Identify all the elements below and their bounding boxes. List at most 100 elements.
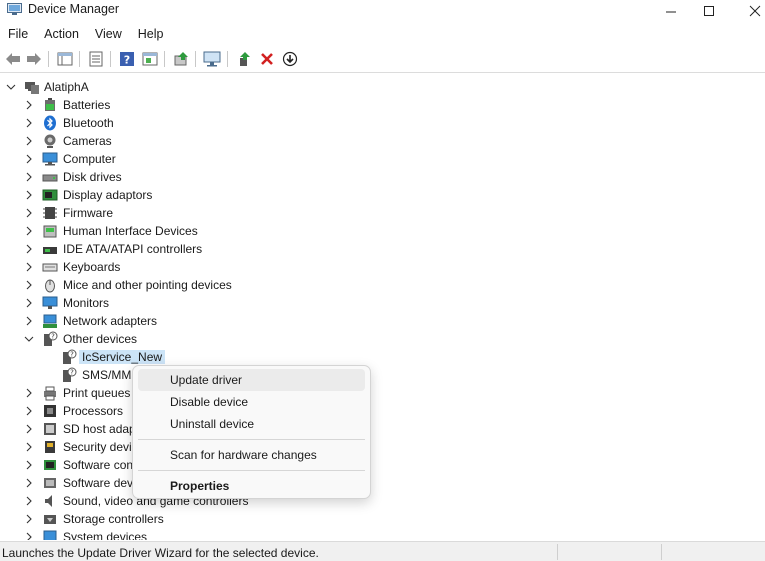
device-tree: AlatiphA Batteries Bluetooth Cameras Compute…: [0, 77, 765, 540]
chevron-right-icon[interactable]: [24, 424, 34, 434]
menu-action[interactable]: Action: [36, 24, 87, 44]
tree-category[interactable]: Bluetooth: [0, 114, 765, 132]
tree-category-label: Human Interface Devices: [63, 224, 198, 238]
tree-category[interactable]: IDE ATA/ATAPI controllers: [0, 240, 765, 258]
chevron-right-icon[interactable]: [24, 514, 34, 524]
action-pane-button[interactable]: [141, 50, 159, 68]
tree-category-label: Monitors: [63, 296, 110, 310]
tree-category[interactable]: Monitors: [0, 294, 765, 312]
tree-category-label: Network adapters: [63, 314, 158, 328]
ctx-uninstall-device[interactable]: Uninstall device: [138, 413, 365, 435]
ctx-uninstall-device-label: Uninstall device: [170, 417, 255, 431]
tree-category[interactable]: Software dev: [0, 474, 765, 492]
tree-category-label: Software dev: [63, 476, 134, 490]
tree-category[interactable]: Security devi: [0, 438, 765, 456]
tree-category[interactable]: Keyboards: [0, 258, 765, 276]
chevron-right-icon[interactable]: [24, 298, 34, 308]
menu-help[interactable]: Help: [130, 24, 172, 44]
tree-category-label: Display adaptors: [63, 188, 153, 202]
tree-category[interactable]: Cameras: [0, 132, 765, 150]
help-button[interactable]: ?: [118, 50, 136, 68]
tree-category-label: Software con: [63, 458, 134, 472]
tree-device[interactable]: ? IcService_New: [0, 348, 765, 366]
ctx-scan-hardware-label: Scan for hardware changes: [170, 448, 317, 462]
ctx-disable-device-label: Disable device: [170, 395, 249, 409]
chevron-right-icon[interactable]: [24, 172, 34, 182]
tree-category[interactable]: ? Other devices: [0, 330, 765, 348]
back-arrow-icon: [6, 53, 20, 65]
chevron-right-icon[interactable]: [24, 280, 34, 290]
tree-category-label: Keyboards: [63, 260, 121, 274]
chevron-right-icon[interactable]: [24, 208, 34, 218]
tree-root[interactable]: AlatiphA: [0, 78, 765, 96]
maximize-button[interactable]: [686, 0, 732, 22]
chevron-right-icon[interactable]: [24, 154, 34, 164]
close-icon: [749, 5, 761, 17]
properties-button[interactable]: [87, 50, 105, 68]
tree-category[interactable]: System devices: [0, 528, 765, 540]
chevron-right-icon[interactable]: [24, 100, 34, 110]
computer-root-icon: [24, 79, 40, 95]
tree-category-label: IDE ATA/ATAPI controllers: [63, 242, 203, 256]
toolbar: ?: [0, 47, 765, 71]
network-adapter-icon: [42, 313, 58, 329]
tree-category[interactable]: Computer: [0, 150, 765, 168]
menu-view[interactable]: View: [87, 24, 130, 44]
tree-category[interactable]: Software con: [0, 456, 765, 474]
chevron-right-icon[interactable]: [24, 406, 34, 416]
uninstall-button[interactable]: [258, 50, 276, 68]
ctx-update-driver[interactable]: Update driver: [138, 369, 365, 391]
chevron-down-icon[interactable]: [24, 334, 34, 344]
add-legacy-button[interactable]: [236, 50, 254, 68]
chevron-right-icon[interactable]: [24, 226, 34, 236]
chevron-right-icon[interactable]: [24, 478, 34, 488]
menu-file[interactable]: File: [0, 24, 36, 44]
tree-category[interactable]: Firmware: [0, 204, 765, 222]
chevron-right-icon[interactable]: [24, 460, 34, 470]
chevron-right-icon[interactable]: [24, 532, 34, 540]
tree-device[interactable]: ? SMS/MM: [0, 366, 765, 384]
tree-category[interactable]: Human Interface Devices: [0, 222, 765, 240]
chevron-down-icon[interactable]: [6, 82, 16, 92]
tree-category[interactable]: Mice and other pointing devices: [0, 276, 765, 294]
tree-category[interactable]: SD host adap: [0, 420, 765, 438]
chevron-right-icon[interactable]: [24, 244, 34, 254]
back-button[interactable]: [4, 50, 22, 68]
disable-device-button[interactable]: [281, 50, 299, 68]
tree-category[interactable]: Disk drives: [0, 168, 765, 186]
ctx-separator: [138, 439, 365, 440]
tree-category[interactable]: Storage controllers: [0, 510, 765, 528]
ctx-disable-device[interactable]: Disable device: [138, 391, 365, 413]
show-hide-tree-button[interactable]: [56, 50, 74, 68]
add-legacy-icon: [240, 52, 250, 66]
forward-button[interactable]: [25, 50, 43, 68]
tree-device-label: SMS/MM: [82, 368, 132, 382]
update-driver-button[interactable]: [172, 50, 190, 68]
chevron-right-icon[interactable]: [24, 136, 34, 146]
chevron-right-icon[interactable]: [24, 496, 34, 506]
tree-category-label: Security devi: [63, 440, 132, 454]
chevron-right-icon[interactable]: [24, 442, 34, 452]
chevron-right-icon[interactable]: [24, 190, 34, 200]
ctx-properties[interactable]: Properties: [138, 475, 365, 497]
tree-category[interactable]: Sound, video and game controllers: [0, 492, 765, 510]
tree-category-label: Batteries: [63, 98, 111, 112]
device-manager-icon: [7, 3, 22, 15]
tree-category[interactable]: Network adapters: [0, 312, 765, 330]
tree-category-label: System devices: [63, 530, 148, 540]
update-driver-icon: [174, 52, 188, 66]
chevron-right-icon[interactable]: [24, 388, 34, 398]
tree-category[interactable]: Display adaptors: [0, 186, 765, 204]
disable-device-icon: [282, 51, 298, 67]
computer-icon: [42, 151, 58, 167]
tree-category[interactable]: Print queues: [0, 384, 765, 402]
ctx-scan-hardware[interactable]: Scan for hardware changes: [138, 444, 365, 466]
tree-category[interactable]: Batteries: [0, 96, 765, 114]
chevron-right-icon[interactable]: [24, 316, 34, 326]
scan-hardware-button[interactable]: [203, 50, 221, 68]
chevron-right-icon[interactable]: [24, 262, 34, 272]
close-button[interactable]: [732, 0, 765, 22]
tree-category[interactable]: Processors: [0, 402, 765, 420]
chevron-right-icon[interactable]: [24, 118, 34, 128]
window-title: Device Manager: [28, 2, 120, 16]
